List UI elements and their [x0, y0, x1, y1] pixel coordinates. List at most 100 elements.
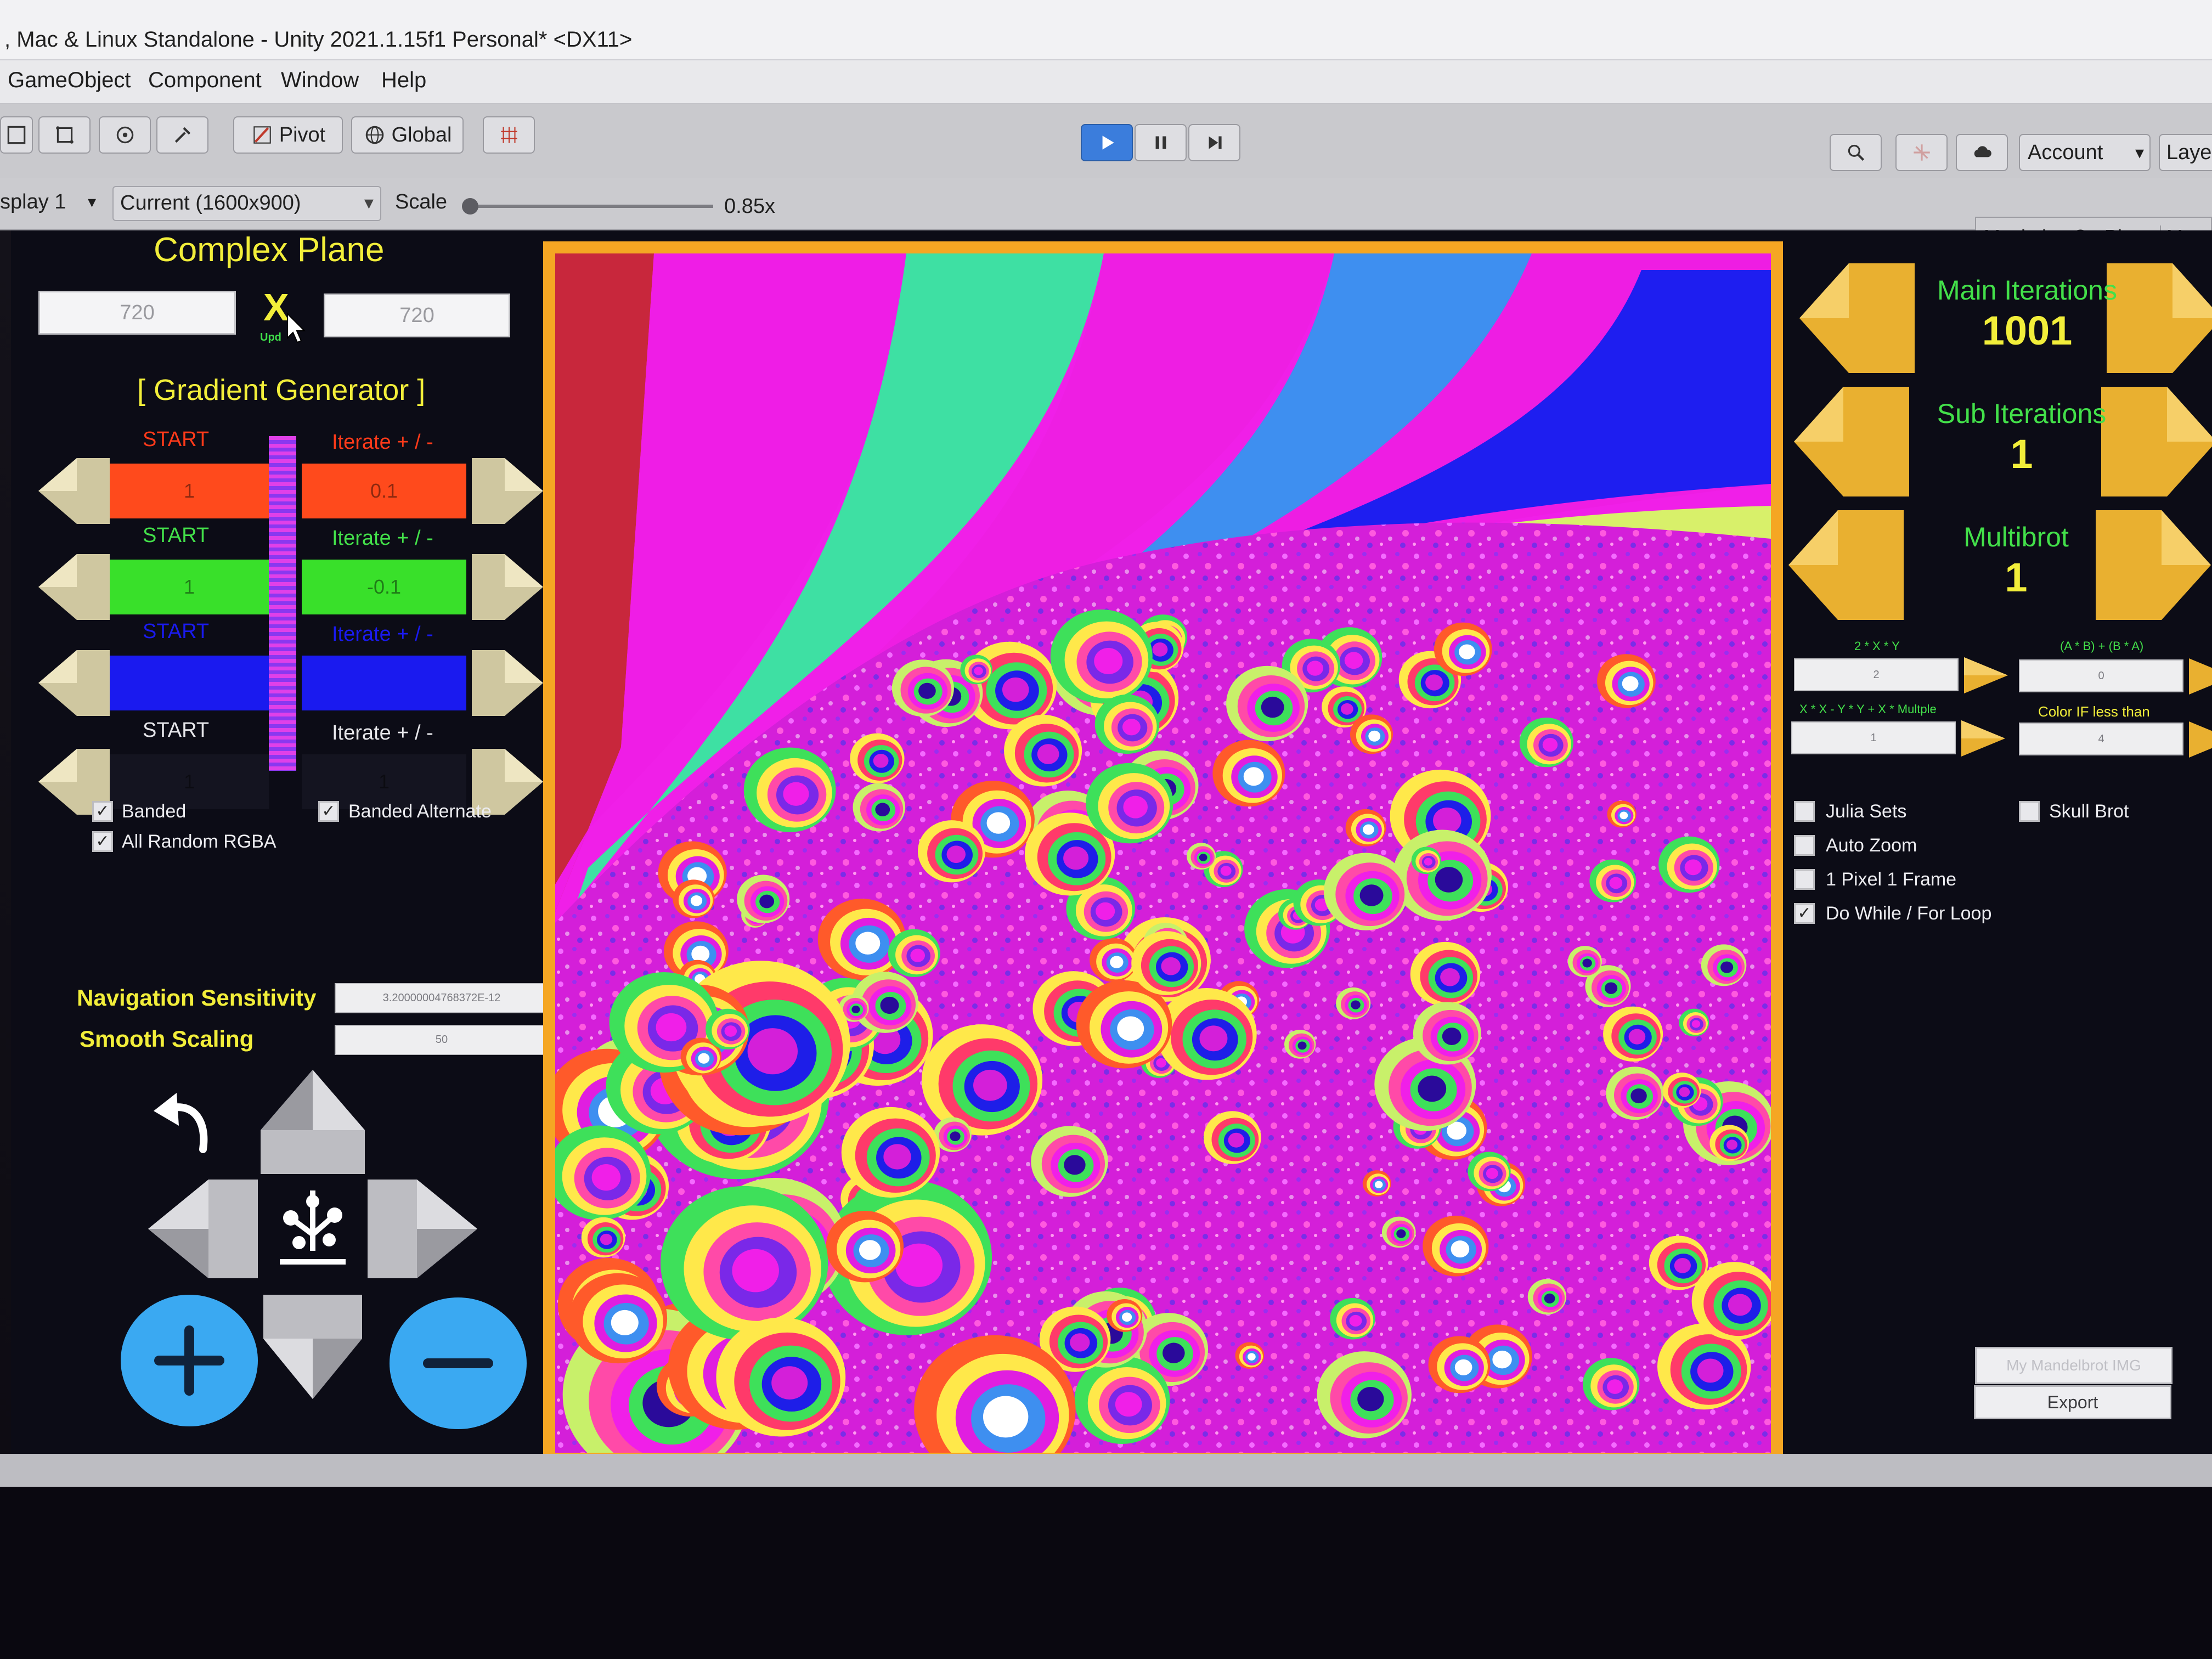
account-dropdown[interactable]: Account ▾ — [2019, 134, 2151, 171]
height-field[interactable]: 720 — [324, 294, 510, 337]
pivot-button[interactable]: Pivot — [233, 116, 343, 154]
chevron-down-icon: ▾ — [2135, 143, 2144, 162]
menu-gameobject[interactable]: GameObject — [8, 68, 131, 93]
pan-up-button[interactable] — [255, 1070, 370, 1174]
account-label: Account — [2028, 140, 2103, 164]
formula-c-arrow-button[interactable] — [1961, 720, 2005, 757]
search-icon — [1848, 144, 1864, 161]
fractal-bulb-ring — [600, 1233, 613, 1245]
color-if-field[interactable]: 4 — [2019, 723, 2183, 755]
snap-button[interactable] — [483, 116, 535, 154]
increment-arrow-button[interactable] — [472, 554, 543, 620]
auto-zoom-checkbox[interactable] — [1794, 835, 1815, 856]
color-if-arrow-button[interactable] — [2189, 721, 2212, 758]
main-iterations-decrement-button[interactable] — [1799, 263, 1915, 379]
iterate-value-field[interactable] — [302, 656, 466, 710]
start-label: START — [143, 719, 210, 742]
custom-tool-button[interactable] — [156, 116, 208, 154]
nav-sensitivity-field[interactable]: 3.20000004768372E-12 — [335, 983, 549, 1013]
menu-component[interactable]: Component — [148, 68, 262, 93]
collab-button[interactable] — [1895, 134, 1948, 171]
fractal-bulb-ring — [1628, 1029, 1646, 1045]
fractal-bulb-ring — [1357, 1386, 1384, 1412]
zoom-in-button[interactable] — [118, 1292, 261, 1429]
cloud-button[interactable] — [1956, 134, 2008, 171]
fractal-bulb-ring — [1582, 958, 1592, 968]
global-button[interactable]: Global — [351, 116, 464, 154]
arrow-highlight — [2167, 387, 2212, 442]
rect-tool-button[interactable] — [0, 116, 33, 154]
decrement-arrow-button[interactable] — [38, 554, 110, 620]
display-dropdown[interactable]: splay 1 — [0, 190, 66, 214]
transform-button[interactable] — [99, 116, 151, 154]
monitor-bezel — [0, 1487, 2212, 1659]
wrench-icon — [174, 127, 190, 143]
export-button[interactable]: Export — [1974, 1385, 2171, 1419]
decrement-arrow-button[interactable] — [38, 650, 110, 716]
pan-down-button[interactable] — [258, 1295, 368, 1399]
skull-brot-checkbox[interactable] — [2019, 801, 2040, 822]
smooth-scaling-field[interactable]: 50 — [335, 1025, 549, 1055]
resolution-label: Current (1600x900) — [120, 191, 301, 215]
search-button[interactable] — [1830, 134, 1882, 171]
filename-input[interactable]: My Mandelbrot IMG — [1975, 1347, 2172, 1384]
zoom-out-button[interactable] — [387, 1295, 529, 1432]
fractal-bulb-ring — [1340, 703, 1353, 715]
fractal-bulb-ring — [918, 682, 936, 699]
decrement-arrow-button[interactable] — [38, 458, 110, 524]
pan-left-button[interactable] — [148, 1180, 258, 1278]
scale-slider-track[interactable] — [466, 205, 713, 208]
pause-button[interactable] — [1135, 124, 1187, 161]
fractal-bulb-ring — [1425, 674, 1443, 691]
start-value-field[interactable] — [110, 656, 269, 710]
fractal-bulb-ring — [1622, 676, 1639, 691]
unity-toolbar: Pivot Global Account ▾ Laye — [0, 104, 2212, 187]
menu-window[interactable]: Window — [281, 68, 359, 93]
arrow-highlight — [38, 650, 77, 683]
fractal-bulb-ring — [1486, 1167, 1498, 1180]
resolution-dropdown[interactable]: Current (1600x900) — [112, 186, 381, 221]
fractal-bulb-ring — [1359, 884, 1384, 906]
undo-arrow-icon[interactable] — [143, 1086, 219, 1158]
formula-c-field[interactable]: 1 — [1791, 721, 1956, 754]
menu-help[interactable]: Help — [381, 68, 426, 93]
fractal-bulb-ring — [1161, 957, 1181, 975]
start-value-field[interactable]: 1 — [110, 464, 269, 518]
all-random-checkbox[interactable]: ✓ — [92, 831, 113, 852]
one-pixel-frame-checkbox[interactable] — [1794, 869, 1815, 890]
sub-iterations-decrement-button[interactable] — [1794, 387, 1909, 502]
banded-alternate-checkbox[interactable]: ✓ — [318, 801, 339, 822]
do-while-checkbox[interactable]: ✓ — [1794, 903, 1815, 924]
arrow-highlight — [505, 458, 543, 491]
width-field[interactable]: 720 — [38, 291, 236, 335]
scale-slider-handle[interactable] — [462, 198, 478, 215]
step-button[interactable] — [1188, 124, 1240, 161]
formula-b-arrow-button[interactable] — [2189, 658, 2212, 695]
fractal-bulb-ring — [1609, 877, 1623, 889]
fractal-bulb-ring — [747, 1028, 798, 1075]
rect-transform-button[interactable] — [38, 116, 91, 154]
fractal-bulb-ring — [1684, 859, 1702, 876]
layers-dropdown[interactable]: Laye — [2159, 134, 2212, 171]
fractal-bulb-ring — [1152, 642, 1168, 657]
banded-checkbox[interactable]: ✓ — [92, 801, 113, 822]
pan-right-button[interactable] — [368, 1180, 477, 1278]
iterate-value-field[interactable]: 0.1 — [302, 464, 466, 518]
menu-bar: GameObject Component Window Help — [0, 60, 2212, 104]
play-button[interactable] — [1081, 124, 1133, 161]
fractal-bulb-ring — [1349, 1314, 1362, 1327]
nav-sensitivity-label: Navigation Sensitivity — [77, 985, 317, 1011]
formula-a-field[interactable]: 2 — [1794, 658, 1959, 691]
increment-arrow-button[interactable] — [472, 650, 543, 716]
mandelbrot-image[interactable] — [555, 253, 1771, 1453]
start-value-field[interactable]: 1 — [110, 560, 269, 614]
increment-arrow-button[interactable] — [472, 458, 543, 524]
multibrot-decrement-button[interactable] — [1788, 510, 1904, 625]
formula-a-arrow-button[interactable] — [1964, 657, 2008, 693]
arrow-highlight — [1794, 387, 1843, 442]
formula-b-field[interactable]: 0 — [2019, 659, 2183, 692]
iterate-value-field[interactable]: -0.1 — [302, 560, 466, 614]
pivot-icon — [253, 126, 271, 144]
julia-sets-checkbox[interactable] — [1794, 801, 1815, 822]
reset-view-icon[interactable] — [269, 1185, 357, 1273]
